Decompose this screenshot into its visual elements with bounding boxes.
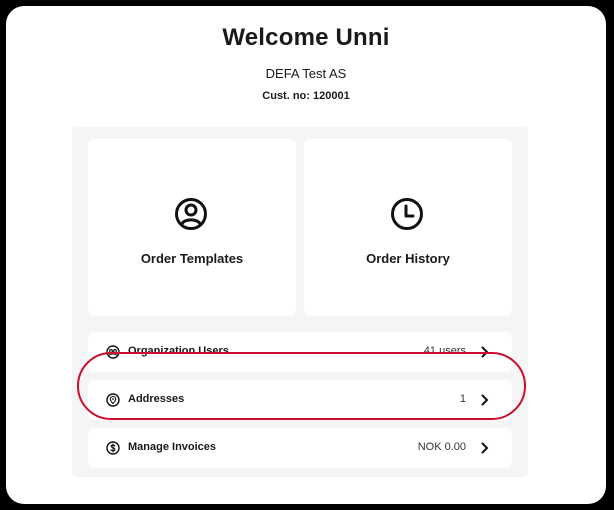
order-history-card[interactable]: Order History bbox=[304, 139, 512, 316]
chevron-right-icon bbox=[481, 394, 488, 406]
manage-invoices-row[interactable]: Manage Invoices NOK 0.00 bbox=[88, 428, 512, 468]
invoice-balance: NOK 0.00 bbox=[417, 441, 466, 453]
customer-number: Cust. no: 120001 bbox=[262, 90, 350, 102]
order-templates-label: Order Templates bbox=[140, 251, 244, 266]
organization-users-row[interactable]: Organization Users 41 users bbox=[88, 332, 512, 372]
dollar-circle-icon bbox=[106, 441, 120, 455]
addresses-row[interactable]: Addresses 1 bbox=[88, 380, 512, 420]
company-name: DEFA Test AS bbox=[265, 66, 347, 81]
user-circle-icon bbox=[175, 198, 207, 230]
order-templates-card[interactable]: Order Templates bbox=[88, 139, 296, 316]
location-pin-icon bbox=[106, 393, 120, 407]
dashboard-panel: Order Templates Order History Organizati… bbox=[72, 127, 528, 477]
organization-users-label: Organization Users bbox=[128, 345, 229, 357]
addresses-count: 1 bbox=[459, 393, 466, 405]
order-history-label: Order History bbox=[366, 251, 450, 266]
page-title: Welcome Unni bbox=[222, 24, 390, 51]
chevron-right-icon bbox=[481, 442, 488, 454]
clock-icon bbox=[391, 198, 423, 230]
organization-users-count: 41 users bbox=[423, 345, 466, 357]
users-group-icon bbox=[106, 345, 120, 359]
chevron-right-icon bbox=[481, 346, 488, 358]
addresses-label: Addresses bbox=[128, 393, 185, 405]
app-window: Welcome Unni DEFA Test AS Cust. no: 1200… bbox=[6, 6, 606, 504]
manage-invoices-label: Manage Invoices bbox=[128, 441, 217, 453]
